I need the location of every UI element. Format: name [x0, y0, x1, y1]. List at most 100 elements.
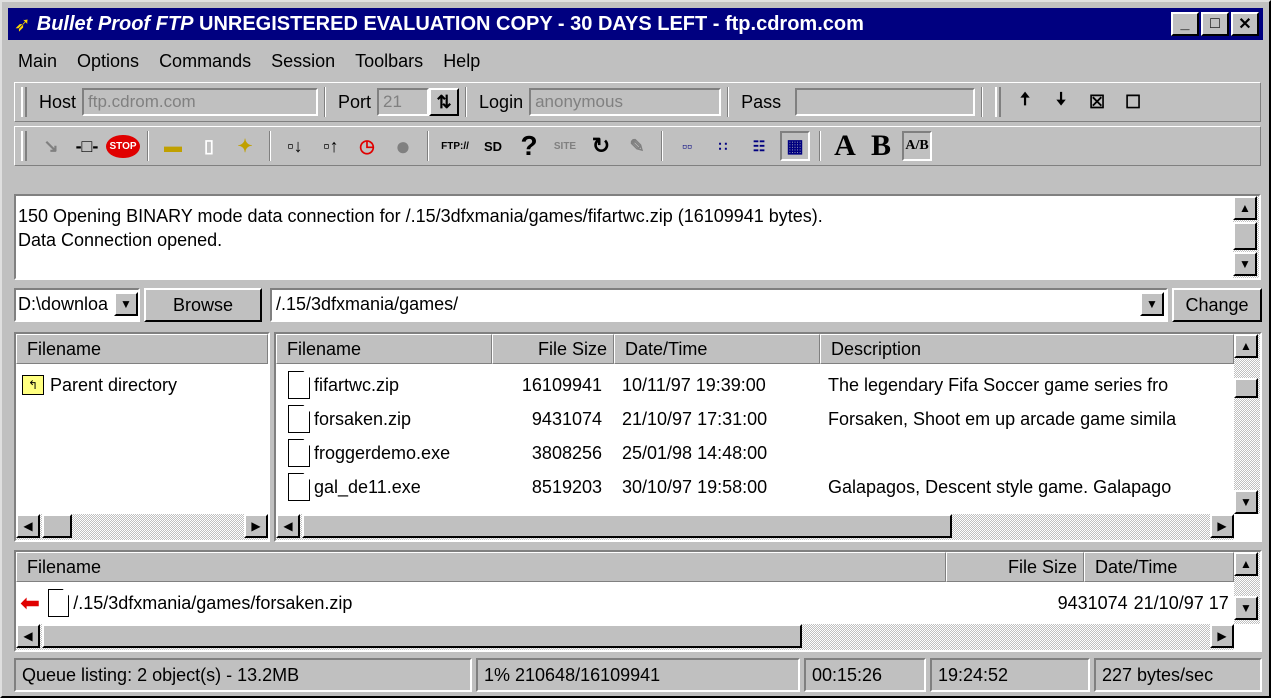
small-icons-view-icon[interactable]: ∷: [708, 131, 738, 161]
font-a-icon[interactable]: A: [830, 129, 860, 162]
menu-session[interactable]: Session: [261, 51, 345, 72]
app-logo-icon: ➶: [14, 13, 31, 36]
font-ab-icon[interactable]: A/B: [902, 131, 932, 161]
remote-header-date[interactable]: Date/Time: [614, 334, 820, 364]
remote-header-filename[interactable]: Filename: [276, 334, 492, 364]
large-icons-view-icon[interactable]: ▫▫: [672, 131, 702, 161]
minimize-button[interactable]: _: [1171, 12, 1199, 36]
scroll-up-icon[interactable]: ▲: [1234, 552, 1258, 576]
port-input[interactable]: 21: [377, 88, 430, 116]
remote-path-select[interactable]: /.15/3dfxmania/games/ ▼: [270, 288, 1168, 322]
pass-input[interactable]: [795, 88, 976, 116]
refresh-icon[interactable]: ↻: [586, 131, 616, 161]
clock-icon[interactable]: ◷: [352, 131, 382, 161]
queue-hscrollbar[interactable]: ◀ ▶: [16, 624, 1234, 650]
stop-icon[interactable]: STOP: [106, 131, 140, 161]
table-row[interactable]: ⬅ /.15/3dfxmania/games/forsaken.zip 9431…: [16, 586, 1232, 620]
title-app-name: Bullet Proof FTP: [36, 12, 194, 35]
scroll-left-icon[interactable]: ◀: [16, 514, 40, 538]
scroll-left-icon[interactable]: ◀: [276, 514, 300, 538]
scroll-left-icon[interactable]: ◀: [16, 624, 40, 648]
folder-icon[interactable]: ▬: [158, 131, 188, 161]
scroll-up-icon[interactable]: ▲: [1233, 196, 1257, 220]
menu-help[interactable]: Help: [433, 51, 490, 72]
port-toggle-icon[interactable]: ⇅: [429, 88, 460, 116]
checkbox-x-icon[interactable]: ☒: [1082, 87, 1112, 117]
menu-commands[interactable]: Commands: [149, 51, 261, 72]
upload-icon[interactable]: ▫↑: [316, 131, 346, 161]
queue-header-filename[interactable]: Filename: [16, 552, 946, 582]
queue-vscrollbar[interactable]: ▲ ▼: [1234, 552, 1260, 624]
status-progress: 1% 210648/16109941: [476, 658, 800, 692]
scroll-up-icon[interactable]: ▲: [1234, 334, 1258, 358]
scroll-down-icon[interactable]: ▼: [1234, 490, 1258, 514]
toolbar-grip[interactable]: [21, 87, 27, 117]
transfer-arrow-icon: ⬅: [20, 589, 41, 617]
remote-file-panel: Filename File Size Date/Time Description…: [274, 332, 1262, 542]
font-b-icon[interactable]: B: [866, 129, 896, 162]
status-queue: Queue listing: 2 object(s) - 13.2MB: [14, 658, 472, 692]
wizard-icon[interactable]: ✎: [622, 131, 652, 161]
connect-icon[interactable]: ↘: [36, 131, 66, 161]
change-button[interactable]: Change: [1172, 288, 1262, 322]
list-item[interactable]: ↰ Parent directory: [22, 368, 177, 402]
new-folder-icon[interactable]: ✦: [230, 131, 260, 161]
port-label: Port: [338, 91, 372, 112]
chevron-down-icon[interactable]: ▼: [1140, 292, 1164, 316]
file-icon: [47, 589, 70, 617]
parent-directory-icon: ↰: [22, 375, 44, 395]
status-remaining: 19:24:52: [930, 658, 1090, 692]
table-row[interactable]: forsaken.zip 9431074 21/10/97 17:31:00 F…: [276, 402, 1232, 436]
local-header-filename[interactable]: Filename: [16, 334, 268, 364]
site-icon[interactable]: SITE: [550, 131, 580, 161]
table-row[interactable]: froggerdemo.exe 3808256 25/01/98 14:48:0…: [276, 436, 1232, 470]
table-row[interactable]: fifartwc.zip 16109941 10/11/97 19:39:00 …: [276, 368, 1232, 402]
menu-main[interactable]: Main: [8, 51, 67, 72]
drive-select[interactable]: D:\downloa ▼: [14, 288, 140, 322]
login-label: Login: [479, 91, 524, 112]
title-bar[interactable]: ➶ Bullet Proof FTP UNREGISTERED EVALUATI…: [8, 8, 1263, 40]
download-icon[interactable]: ▫↓: [280, 131, 310, 161]
arrow-down-icon[interactable]: 🠇: [1046, 87, 1076, 117]
main-toolbar: ↘ -□- STOP ▬ ▯ ✦ ▫↓ ▫↑ ◷ ● FTP:// SD ? S…: [14, 126, 1261, 166]
local-hscrollbar[interactable]: ◀ ▶: [16, 514, 268, 540]
queue-header-size[interactable]: File Size: [946, 552, 1084, 582]
disconnect-icon[interactable]: -□-: [72, 131, 102, 161]
login-input[interactable]: anonymous: [529, 88, 722, 116]
browse-button[interactable]: Browse: [144, 288, 262, 322]
close-button[interactable]: ✕: [1231, 12, 1259, 36]
sd-icon[interactable]: SD: [478, 131, 508, 161]
remote-vscrollbar[interactable]: ▲ ▼: [1234, 334, 1260, 514]
chevron-down-icon[interactable]: ▼: [114, 292, 138, 316]
arrow-up-icon[interactable]: 🠅: [1010, 87, 1040, 117]
host-label: Host: [39, 91, 77, 112]
remote-header-description[interactable]: Description: [820, 334, 1234, 364]
file-icon: [288, 473, 310, 501]
queue-header-date[interactable]: Date/Time: [1084, 552, 1234, 582]
new-file-icon[interactable]: ▯: [194, 131, 224, 161]
log-panel: 150 Opening BINARY mode data connection …: [14, 194, 1261, 280]
menu-toolbars[interactable]: Toolbars: [345, 51, 433, 72]
scroll-down-icon[interactable]: ▼: [1233, 252, 1257, 276]
menu-options[interactable]: Options: [67, 51, 149, 72]
scroll-right-icon[interactable]: ▶: [244, 514, 268, 538]
log-line: Data Connection opened.: [18, 230, 223, 250]
scroll-down-icon[interactable]: ▼: [1234, 596, 1258, 620]
record-icon[interactable]: ●: [388, 131, 418, 161]
checkbox-empty-icon[interactable]: ☐: [1118, 87, 1148, 117]
status-elapsed: 00:15:26: [804, 658, 926, 692]
scroll-right-icon[interactable]: ▶: [1210, 514, 1234, 538]
title-text: UNREGISTERED EVALUATION COPY - 30 DAYS L…: [193, 12, 864, 35]
host-input[interactable]: ftp.cdrom.com: [82, 88, 319, 116]
details-view-icon[interactable]: ▦: [780, 131, 810, 161]
remote-hscrollbar[interactable]: ◀ ▶: [276, 514, 1234, 540]
table-row[interactable]: gal_de11.exe 8519203 30/10/97 19:58:00 G…: [276, 470, 1232, 504]
file-icon: [288, 439, 310, 467]
log-scrollbar[interactable]: ▲ ▼: [1233, 196, 1259, 278]
list-view-icon[interactable]: ☷: [744, 131, 774, 161]
ftp-url-icon[interactable]: FTP://: [438, 131, 472, 161]
help-icon[interactable]: ?: [514, 130, 544, 161]
maximize-button[interactable]: □: [1201, 12, 1229, 36]
remote-header-size[interactable]: File Size: [492, 334, 614, 364]
scroll-right-icon[interactable]: ▶: [1210, 624, 1234, 648]
